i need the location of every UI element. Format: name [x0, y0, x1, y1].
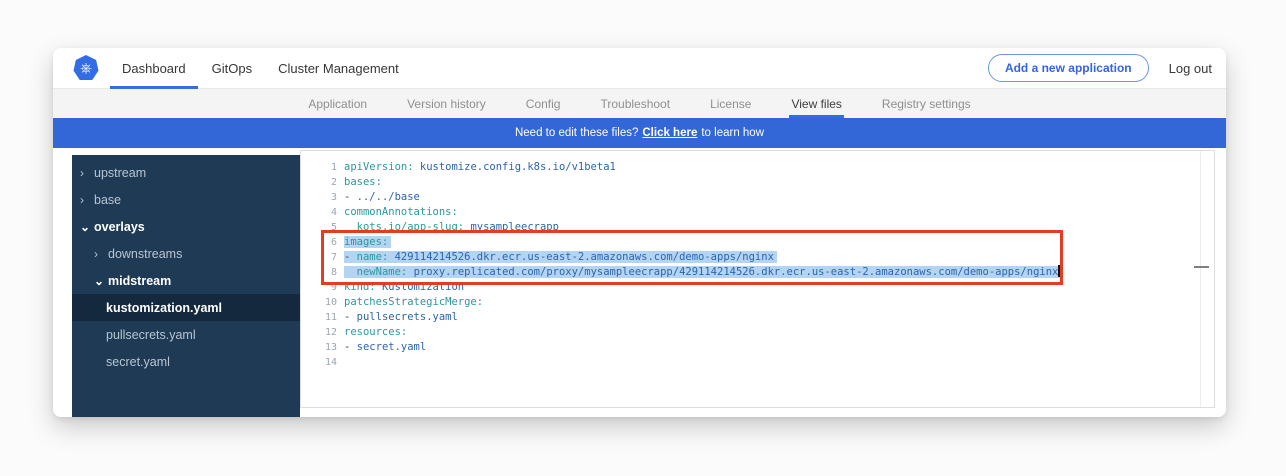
- code-line-text: resources:: [344, 325, 1196, 340]
- tree-item-label: base: [94, 193, 121, 207]
- line-number: 11: [301, 310, 344, 325]
- tree-item-base[interactable]: › base: [72, 186, 300, 213]
- code-line[interactable]: 6images:: [301, 235, 1196, 250]
- click-here-link[interactable]: Click here: [642, 127, 697, 139]
- line-number: 13: [301, 340, 344, 355]
- code-line-text: patchesStrategicMerge:: [344, 295, 1196, 310]
- line-number: 8: [301, 265, 344, 280]
- tree-item-label: pullsecrets.yaml: [106, 328, 196, 342]
- yaml-editor[interactable]: 1apiVersion: kustomize.config.k8s.io/v1b…: [300, 150, 1215, 408]
- code-line-text: images:: [344, 235, 1196, 250]
- nav-tab-gitops[interactable]: GitOps: [199, 48, 265, 88]
- tab-application[interactable]: Application: [306, 89, 369, 118]
- code-line-text: - ../../base: [344, 190, 1196, 205]
- line-number: 1: [301, 160, 344, 175]
- line-number: 3: [301, 190, 344, 205]
- top-nav-actions: Add a new application Log out: [988, 54, 1226, 82]
- chevron-right-icon: ›: [94, 249, 104, 259]
- tab-config[interactable]: Config: [524, 89, 563, 118]
- tree-item-label: secret.yaml: [106, 355, 170, 369]
- admin-console-window: ⎈ DashboardGitOpsCluster Management Add …: [53, 48, 1226, 417]
- view-files-content: › upstream › base ⌄ overlays › downstreams ⌄ mids…: [53, 148, 1226, 417]
- kubernetes-logo-icon: ⎈: [73, 55, 99, 81]
- code-line[interactable]: 7- name: 429114214526.dkr.ecr.us-east-2.…: [301, 250, 1196, 265]
- code-line[interactable]: 12resources:: [301, 325, 1196, 340]
- code-line[interactable]: 11- pullsecrets.yaml: [301, 310, 1196, 325]
- code-line[interactable]: 4commonAnnotations:: [301, 205, 1196, 220]
- code-line[interactable]: 13- secret.yaml: [301, 340, 1196, 355]
- tree-item-label: overlays: [94, 220, 145, 234]
- tree-item-overlays[interactable]: ⌄ overlays: [72, 213, 300, 240]
- tree-item-label: upstream: [94, 166, 146, 180]
- nav-tab-dashboard[interactable]: Dashboard: [109, 48, 199, 88]
- tree-item-kustomization-yaml[interactable]: kustomization.yaml: [72, 294, 300, 321]
- banner-text-before: Need to edit these files?: [515, 127, 638, 139]
- top-nav-tabs: DashboardGitOpsCluster Management: [109, 48, 412, 88]
- text-cursor: [1058, 265, 1060, 277]
- tree-item-midstream[interactable]: ⌄ midstream: [72, 267, 300, 294]
- line-number: 14: [301, 355, 344, 370]
- code-line-text: bases:: [344, 175, 1196, 190]
- logout-link[interactable]: Log out: [1169, 61, 1212, 76]
- tree-item-pullsecrets-yaml[interactable]: pullsecrets.yaml: [72, 321, 300, 348]
- tab-registry-settings[interactable]: Registry settings: [880, 89, 973, 118]
- code-line-text: - secret.yaml: [344, 340, 1196, 355]
- code-line[interactable]: 2bases:: [301, 175, 1196, 190]
- scrollbar-track: [1200, 151, 1201, 407]
- line-number: 6: [301, 235, 344, 250]
- tree-item-label: kustomization.yaml: [106, 301, 222, 315]
- code-area: 1apiVersion: kustomize.config.k8s.io/v1b…: [301, 160, 1196, 370]
- tree-item-downstreams[interactable]: › downstreams: [72, 240, 300, 267]
- chevron-down-icon: ⌄: [94, 276, 104, 286]
- scrollbar-thumb[interactable]: [1194, 266, 1209, 268]
- chevron-right-icon: ›: [80, 168, 90, 178]
- line-number: 7: [301, 250, 344, 265]
- code-line[interactable]: 1apiVersion: kustomize.config.k8s.io/v1b…: [301, 160, 1196, 175]
- code-line-text: apiVersion: kustomize.config.k8s.io/v1be…: [344, 160, 1196, 175]
- selection-highlight: newName: proxy.replicated.com/proxy/mysa…: [344, 266, 1063, 278]
- nav-tab-cluster-management[interactable]: Cluster Management: [265, 48, 412, 88]
- code-line-text: kind: Kustomization: [344, 280, 1196, 295]
- code-line[interactable]: 9kind: Kustomization: [301, 280, 1196, 295]
- tab-version-history[interactable]: Version history: [405, 89, 488, 118]
- app-tab-bar: Application Version history Config Troubles…: [53, 89, 1226, 118]
- tree-item-upstream[interactable]: › upstream: [72, 159, 300, 186]
- line-number: 12: [301, 325, 344, 340]
- selection-highlight: images:: [344, 236, 391, 248]
- line-number: 9: [301, 280, 344, 295]
- file-tree-sidebar: › upstream › base ⌄ overlays › downstreams ⌄ mids…: [72, 155, 300, 417]
- code-line-text: - name: 429114214526.dkr.ecr.us-east-2.a…: [344, 250, 1196, 265]
- code-line-text: kots.io/app-slug: mysampleecrapp: [344, 220, 1196, 235]
- edit-files-banner: Need to edit these files? Click here to …: [53, 118, 1226, 148]
- tab-view-files[interactable]: View files: [789, 89, 843, 118]
- tab-troubleshoot[interactable]: Troubleshoot: [598, 89, 672, 118]
- line-number: 4: [301, 205, 344, 220]
- line-number: 5: [301, 220, 344, 235]
- code-line-text: newName: proxy.replicated.com/proxy/mysa…: [344, 265, 1196, 280]
- top-nav-bar: ⎈ DashboardGitOpsCluster Management Add …: [53, 48, 1226, 89]
- tree-item-secret-yaml[interactable]: secret.yaml: [72, 348, 300, 375]
- code-line-text: [344, 355, 1196, 370]
- code-line-text: commonAnnotations:: [344, 205, 1196, 220]
- code-line[interactable]: 14: [301, 355, 1196, 370]
- banner-text-after: to learn how: [701, 127, 764, 139]
- add-new-application-button[interactable]: Add a new application: [988, 54, 1149, 82]
- tree-item-label: midstream: [108, 274, 171, 288]
- code-line[interactable]: 5 kots.io/app-slug: mysampleecrapp: [301, 220, 1196, 235]
- tree-item-label: downstreams: [108, 247, 182, 261]
- line-number: 10: [301, 295, 344, 310]
- code-line-text: - pullsecrets.yaml: [344, 310, 1196, 325]
- code-line[interactable]: 8 newName: proxy.replicated.com/proxy/my…: [301, 265, 1196, 280]
- chevron-right-icon: ›: [80, 195, 90, 205]
- code-line[interactable]: 3- ../../base: [301, 190, 1196, 205]
- code-line[interactable]: 10patchesStrategicMerge:: [301, 295, 1196, 310]
- tab-license[interactable]: License: [708, 89, 753, 118]
- chevron-down-icon: ⌄: [80, 222, 90, 232]
- selection-highlight: - name: 429114214526.dkr.ecr.us-east-2.a…: [344, 251, 777, 263]
- line-number: 2: [301, 175, 344, 190]
